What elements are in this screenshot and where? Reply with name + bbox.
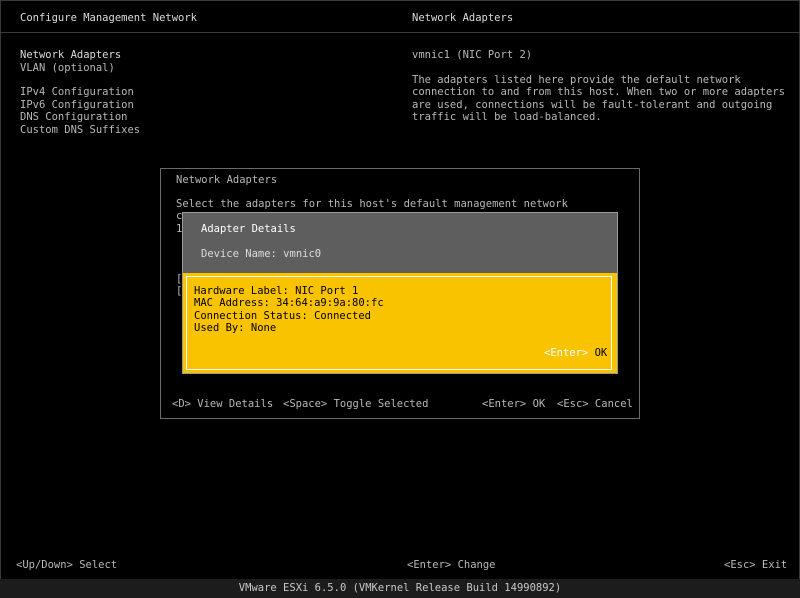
menu-item-ipv6[interactable]: IPv6 Configuration xyxy=(20,99,134,112)
menu-item-vlan[interactable]: VLAN (optional) xyxy=(20,62,115,75)
section-title: Network Adapters xyxy=(412,12,514,24)
menu-item-ipv4[interactable]: IPv4 Configuration xyxy=(20,86,134,99)
dialog-ok-hint[interactable]: <Enter> OK xyxy=(482,398,545,411)
dialog-prompt: Select the adapters for this host's defa… xyxy=(176,198,568,210)
build-info: VMware ESXi 6.5.0 (VMKernel Release Buil… xyxy=(238,582,562,594)
toggle-selected-hint[interactable]: <Space> Toggle Selected xyxy=(283,398,428,411)
modal-ok-button[interactable]: <Enter> OK xyxy=(544,347,607,360)
connection-status: Connection Status: Connected xyxy=(194,310,372,322)
change-hint[interactable]: <Enter> Change xyxy=(407,559,496,572)
page-title: Configure Management Network xyxy=(20,12,198,24)
used-by: Used By: None xyxy=(194,322,277,334)
select-hint[interactable]: <Up/Down> Select xyxy=(16,559,117,572)
view-details-hint[interactable]: <D> View Details xyxy=(172,398,273,411)
dialog-title: Network Adapters xyxy=(176,174,278,186)
hardware-label: Hardware Label: NIC Port 1 xyxy=(194,285,359,297)
menu-item-dns-suffixes[interactable]: Custom DNS Suffixes xyxy=(20,124,140,137)
mac-address: MAC Address: 34:64:a9:9a:80:fc xyxy=(194,297,384,309)
description-line: The adapters listed here provide the def… xyxy=(412,74,741,86)
description-line: connection to and from this host. When t… xyxy=(412,86,785,98)
header-divider xyxy=(1,32,799,33)
menu-item-dns[interactable]: DNS Configuration xyxy=(20,111,127,124)
ok-label: OK xyxy=(588,347,608,359)
description-line: are used, connections will be fault-tole… xyxy=(412,99,773,111)
ok-key: <Enter> xyxy=(544,347,589,359)
description-line: traffic will be load-balanced. xyxy=(412,111,602,123)
modal-title: Adapter Details xyxy=(201,223,296,235)
exit-hint[interactable]: <Esc> Exit xyxy=(724,559,787,572)
menu-item-network-adapters[interactable]: Network Adapters xyxy=(20,49,121,62)
dialog-cancel-hint[interactable]: <Esc> Cancel xyxy=(557,398,633,411)
device-name: Device Name: vmnic0 xyxy=(201,248,322,260)
current-adapter-value: vmnic1 (NIC Port 2) xyxy=(412,49,533,61)
modal-header xyxy=(183,213,617,273)
status-footer: VMware ESXi 6.5.0 (VMKernel Release Buil… xyxy=(0,579,800,598)
